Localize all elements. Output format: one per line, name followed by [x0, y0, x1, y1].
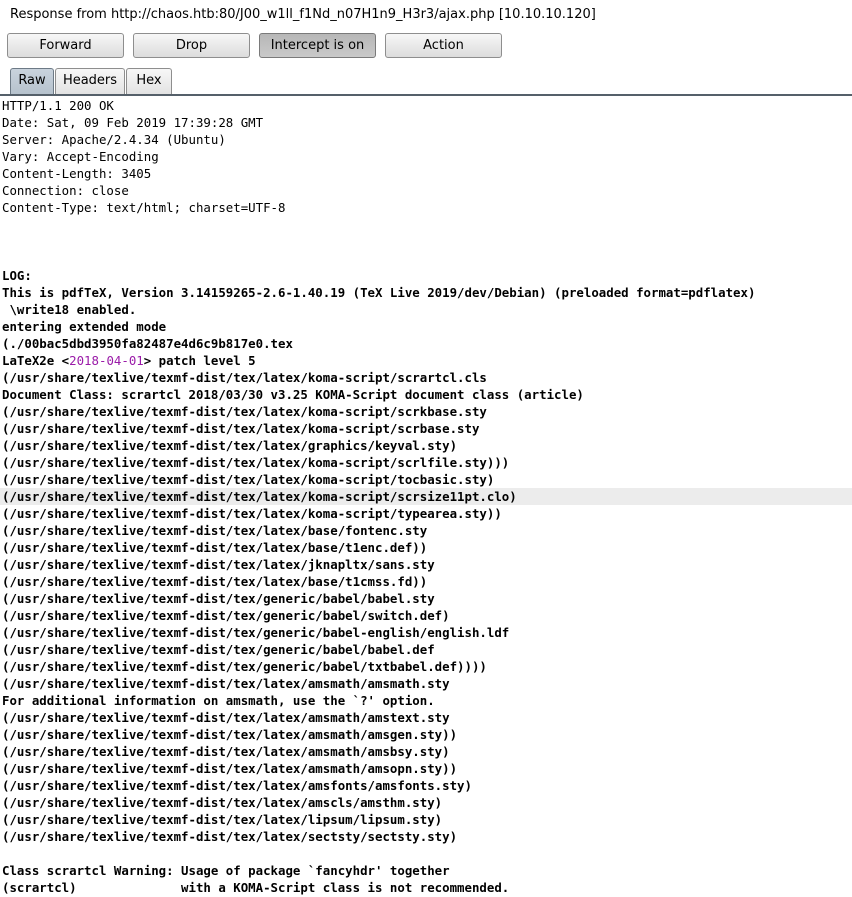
status-line: HTTP/1.1 200 OK — [2, 98, 114, 113]
body-line: (/usr/share/texlive/texmf-dist/tex/gener… — [2, 659, 487, 674]
raw-response-editor[interactable]: HTTP/1.1 200 OK Date: Sat, 09 Feb 2019 1… — [0, 97, 852, 897]
body-line: (/usr/share/texlive/texmf-dist/tex/gener… — [2, 591, 435, 606]
body-line: (/usr/share/texlive/texmf-dist/tex/latex… — [2, 778, 472, 793]
body-line: (/usr/share/texlive/texmf-dist/tex/latex… — [2, 455, 510, 470]
body-line: (/usr/share/texlive/texmf-dist/tex/latex… — [2, 370, 487, 385]
tab-hex[interactable]: Hex — [126, 68, 172, 94]
tab-divider — [0, 94, 852, 96]
warning-line: (scrartcl) with a KOMA-Script class is n… — [2, 880, 510, 895]
body-line: (/usr/share/texlive/texmf-dist/tex/gener… — [2, 642, 435, 657]
body-line: (/usr/share/texlive/texmf-dist/tex/latex… — [2, 795, 443, 810]
body-line: (/usr/share/texlive/texmf-dist/tex/gener… — [2, 608, 450, 623]
header-line: Server: Apache/2.4.34 (Ubuntu) — [2, 132, 226, 147]
drop-button[interactable]: Drop — [133, 33, 250, 58]
body-line: (/usr/share/texlive/texmf-dist/tex/latex… — [2, 540, 428, 555]
body-line: (/usr/share/texlive/texmf-dist/tex/latex… — [2, 523, 428, 538]
body-line: (/usr/share/texlive/texmf-dist/tex/latex… — [2, 506, 502, 521]
body-line: (./00bac5dbd3950fa82487e4d6c9b817e0.tex — [2, 336, 293, 351]
current-line: (/usr/share/texlive/texmf-dist/tex/latex… — [0, 488, 852, 505]
warning-line: Class scrartcl Warning: Usage of package… — [2, 863, 450, 878]
body-line: (/usr/share/texlive/texmf-dist/tex/latex… — [2, 710, 450, 725]
body-line: (/usr/share/texlive/texmf-dist/tex/gener… — [2, 625, 510, 640]
tab-headers[interactable]: Headers — [55, 68, 125, 94]
body-line: For additional information on amsmath, u… — [2, 693, 435, 708]
body-line: (/usr/share/texlive/texmf-dist/tex/latex… — [2, 472, 495, 487]
intercept-toggle-button[interactable]: Intercept is on — [259, 33, 376, 58]
window-title: Response from http://chaos.htb:80/J00_w1… — [10, 7, 596, 22]
latex-date: 2018-04-01 — [69, 353, 144, 368]
body-line: (/usr/share/texlive/texmf-dist/tex/latex… — [2, 404, 487, 419]
tab-raw[interactable]: Raw — [10, 68, 54, 94]
latex-version-line: LaTeX2e <2018-04-01> patch level 5 — [0, 352, 852, 369]
body-line: Document Class: scrartcl 2018/03/30 v3.2… — [2, 387, 584, 402]
action-button[interactable]: Action — [385, 33, 502, 58]
body-line: (/usr/share/texlive/texmf-dist/tex/latex… — [2, 829, 458, 844]
body-line: (/usr/share/texlive/texmf-dist/tex/latex… — [2, 574, 428, 589]
body-line: (/usr/share/texlive/texmf-dist/tex/latex… — [2, 421, 480, 436]
body-line: (/usr/share/texlive/texmf-dist/tex/latex… — [2, 676, 450, 691]
body-line: (/usr/share/texlive/texmf-dist/tex/latex… — [2, 727, 458, 742]
header-line: Content-Type: text/html; charset=UTF-8 — [2, 200, 286, 215]
body-line: (/usr/share/texlive/texmf-dist/tex/latex… — [2, 761, 458, 776]
body-line: (/usr/share/texlive/texmf-dist/tex/latex… — [2, 812, 443, 827]
view-tabs: Raw Headers Hex — [0, 67, 852, 96]
header-line: Content-Length: 3405 — [2, 166, 152, 181]
body-line: entering extended mode — [2, 319, 167, 334]
log-label: LOG: — [2, 268, 32, 283]
body-line: \write18 enabled. — [2, 302, 137, 317]
body-line: (/usr/share/texlive/texmf-dist/tex/latex… — [2, 557, 435, 572]
intercept-toolbar: Forward Drop Intercept is on Action — [0, 32, 852, 60]
header-line: Date: Sat, 09 Feb 2019 17:39:28 GMT — [2, 115, 264, 130]
body-line: This is pdfTeX, Version 3.14159265-2.6-1… — [2, 285, 756, 300]
body-line: (/usr/share/texlive/texmf-dist/tex/latex… — [2, 438, 458, 453]
latex-suffix: > patch level 5 — [143, 353, 256, 368]
latex-prefix: LaTeX2e < — [2, 353, 70, 368]
forward-button[interactable]: Forward — [7, 33, 124, 58]
header-line: Connection: close — [2, 183, 129, 198]
header-line: Vary: Accept-Encoding — [2, 149, 159, 164]
body-line: (/usr/share/texlive/texmf-dist/tex/latex… — [2, 744, 450, 759]
